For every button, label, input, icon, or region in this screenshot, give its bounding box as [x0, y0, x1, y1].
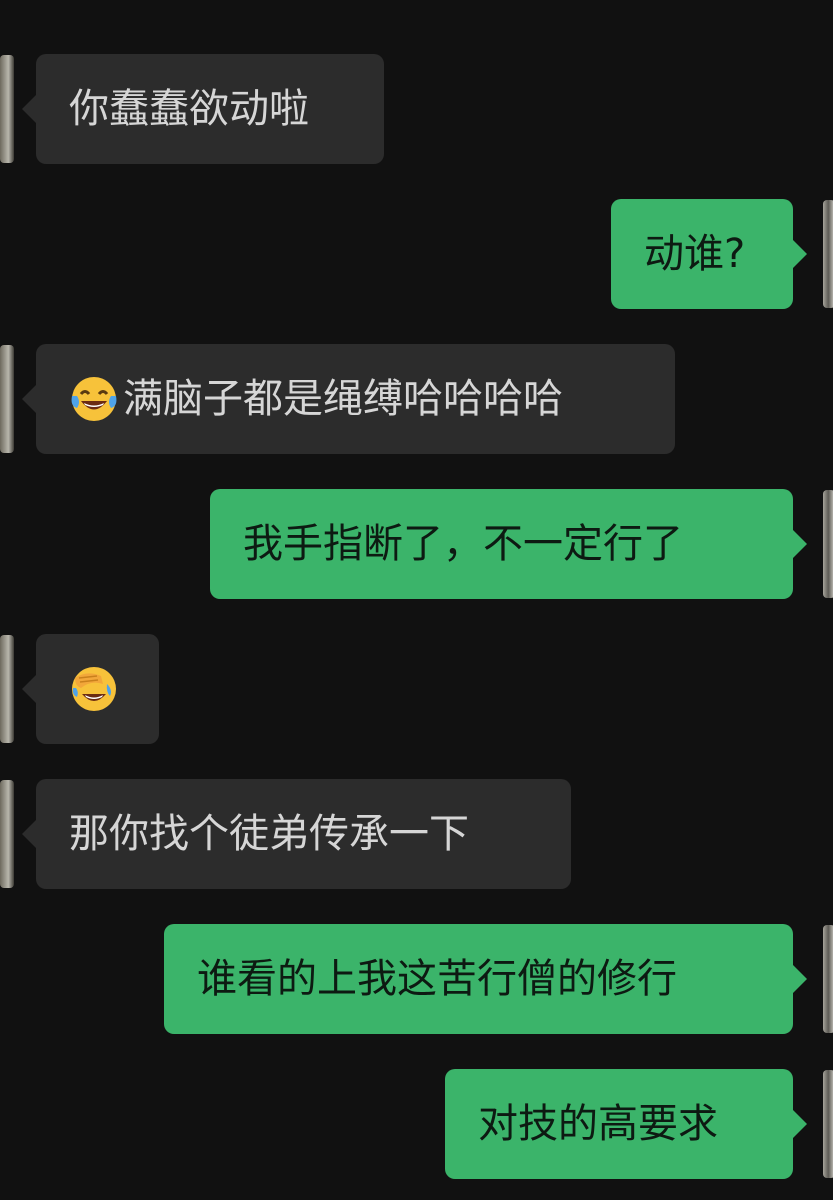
message-text: 你蠢蠢欲动啦 [69, 86, 309, 132]
incoming-message-bubble[interactable] [22, 634, 159, 744]
message-text: 谁看的上我这苦行僧的修行 [197, 956, 677, 1002]
user-avatar[interactable] [823, 200, 833, 308]
user-avatar[interactable] [823, 490, 833, 598]
user-avatar[interactable] [823, 925, 833, 1033]
incoming-message-bubble[interactable]: 那你找个徒弟传承一下 [22, 779, 571, 889]
message-text: 我手指断了，不一定行了 [243, 521, 683, 567]
face-with-tears-of-joy-icon [71, 377, 117, 421]
face-palm-icon [72, 667, 116, 711]
user-avatar[interactable] [823, 1070, 833, 1178]
contact-avatar[interactable] [0, 55, 14, 163]
incoming-message-bubble[interactable]: 你蠢蠢欲动啦 [22, 54, 384, 164]
chat-conversation: 你蠢蠢欲动啦 动谁? 满脑子都是绳缚哈哈哈哈 我手指断了，不一定行了 那你找个徒… [0, 0, 833, 1200]
message-text: 对技的高要求 [478, 1101, 718, 1147]
outgoing-message-bubble[interactable]: 对技的高要求 [445, 1069, 807, 1179]
outgoing-message-bubble[interactable]: 动谁? [611, 199, 807, 309]
message-text: 动谁? [644, 231, 746, 277]
outgoing-message-bubble[interactable]: 我手指断了，不一定行了 [210, 489, 807, 599]
message-text: 那你找个徒弟传承一下 [69, 811, 469, 857]
outgoing-message-bubble[interactable]: 谁看的上我这苦行僧的修行 [164, 924, 807, 1034]
incoming-message-bubble[interactable]: 满脑子都是绳缚哈哈哈哈 [22, 344, 675, 454]
contact-avatar[interactable] [0, 345, 14, 453]
contact-avatar[interactable] [0, 635, 14, 743]
contact-avatar[interactable] [0, 780, 14, 888]
message-text: 满脑子都是绳缚哈哈哈哈 [123, 376, 563, 422]
